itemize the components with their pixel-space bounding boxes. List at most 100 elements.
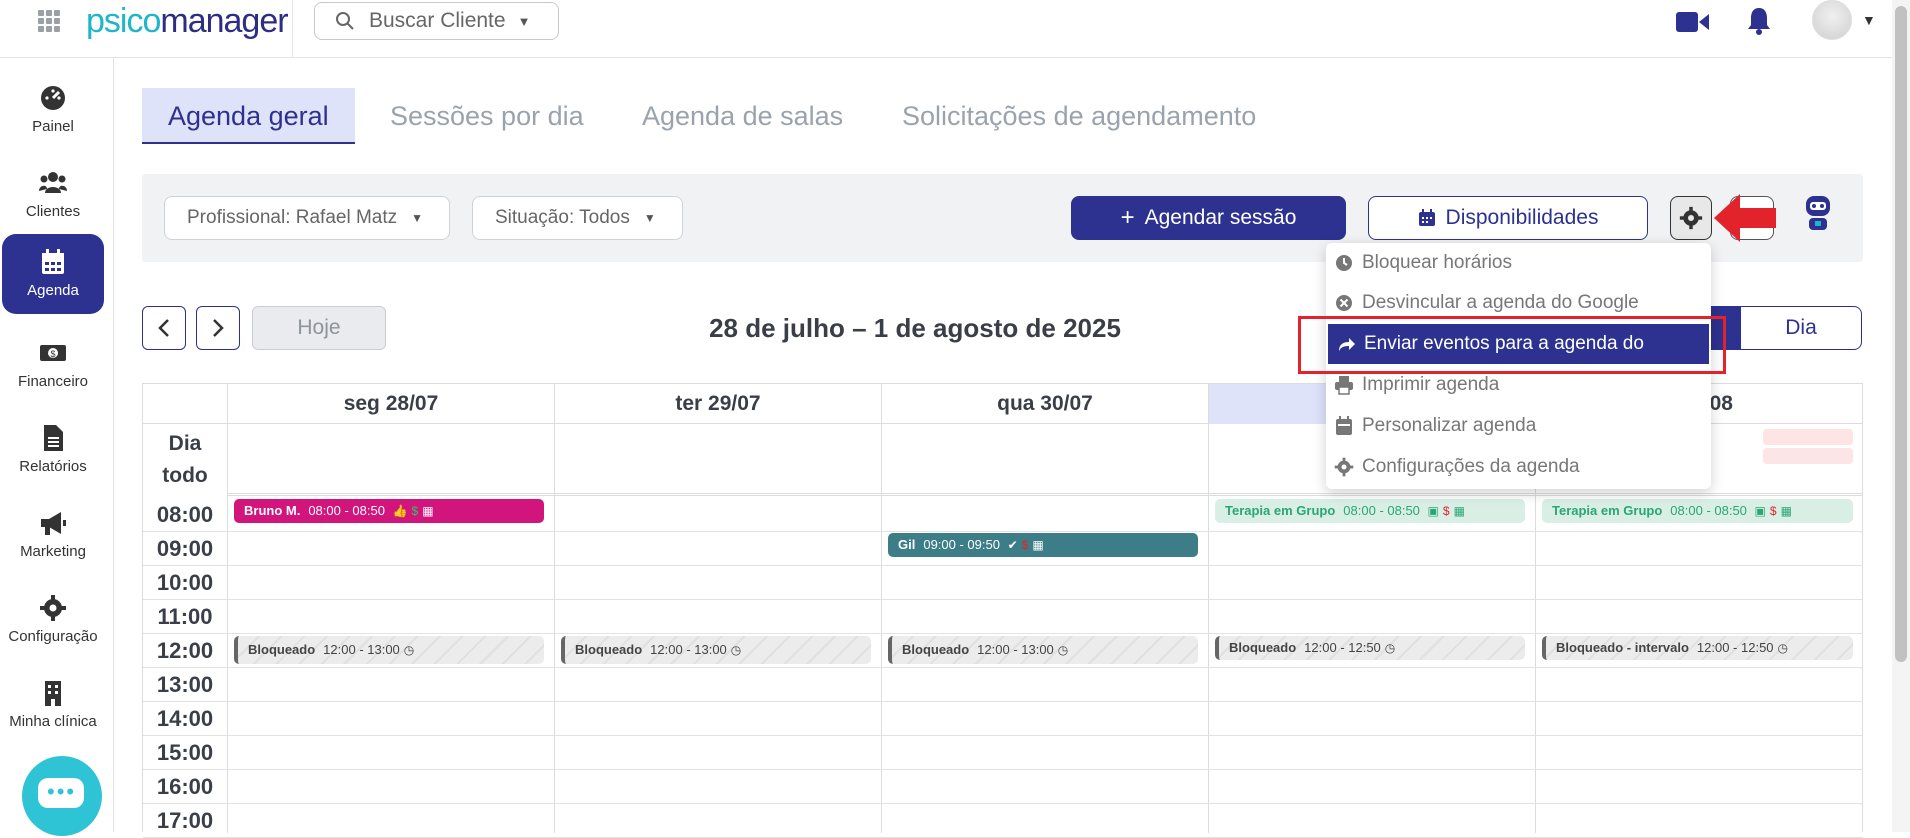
agenda-settings-button[interactable] [1670,196,1712,240]
status-select[interactable]: Situação: Todos ▼ [472,196,683,240]
day-header[interactable]: seg 28/07 [227,384,554,424]
event-time: 12:00 - 13:00 [650,642,727,657]
hour-label: 16:00 [156,774,214,799]
event-blocked[interactable]: Bloqueado 12:00 - 13:00 ◷ [561,636,871,664]
sidebar-item-financeiro[interactable]: $ Financeiro [2,325,104,405]
menu-item-label: Desvincular a agenda do Google [1362,292,1639,313]
dollar-icon: $ [1769,504,1777,518]
event-group-therapy[interactable]: Terapia em Grupo 08:00 - 08:50 ▣ $ ▦ [1215,499,1525,523]
svg-text:$: $ [50,349,55,359]
chevron-down-icon: ▼ [643,211,656,225]
menu-item-block-times[interactable]: Bloquear horários [1326,243,1711,283]
all-day-event[interactable] [1763,448,1853,464]
event-bruno[interactable]: Bruno M. 08:00 - 08:50 👍 $ ▦ [234,499,544,523]
gear-icon [1679,206,1703,230]
tab-sessoes-por-dia[interactable]: Sessões por dia [390,88,584,144]
menu-item-agenda-settings[interactable]: Configurações da agenda [1326,447,1711,487]
gear-icon [40,595,66,621]
menu-item-label: Imprimir agenda [1362,374,1500,395]
building-icon: ▦ [1780,504,1792,518]
date-range-title: 28 de julho – 1 de agosto de 2025 [709,313,1121,343]
event-title: Terapia em Grupo [1225,503,1336,518]
users-icon [39,172,67,193]
hour-row[interactable]: 13:00 [143,668,1863,702]
clock-icon: ◷ [403,643,415,657]
close-circle-icon [1336,295,1352,311]
event-blocked[interactable]: Bloqueado 12:00 - 13:00 ◷ [234,636,544,664]
hour-row[interactable]: 10:00 [143,566,1863,600]
hour-label: 08:00 [156,502,214,527]
hour-row[interactable]: 15:00 [143,736,1863,770]
chat-support-button[interactable]: ••• [22,756,102,836]
all-day-label-line2: todo [162,464,208,487]
sidebar-item-agenda[interactable]: Agenda [2,234,104,314]
professional-select-value: Profissional: Rafael Matz [187,207,398,228]
day-header[interactable]: ter 29/07 [554,384,881,424]
hour-row[interactable]: 16:00 [143,770,1863,804]
event-title: Bloqueado [575,642,643,657]
calendar-icon [42,249,64,274]
prev-week-button[interactable] [142,306,186,350]
professional-select[interactable]: Profissional: Rafael Matz ▼ [164,196,450,240]
clock-icon: ◷ [730,643,742,657]
tab-agenda-geral[interactable]: Agenda geral [142,88,355,144]
next-week-button[interactable] [196,306,240,350]
chevron-down-icon[interactable]: ▼ [1862,12,1876,28]
sidebar-item-clientes[interactable]: Clientes [2,155,104,235]
event-blocked-interval[interactable]: Bloqueado - intervalo 12:00 - 12:50 ◷ [1542,636,1853,660]
tab-agenda-de-salas[interactable]: Agenda de salas [642,88,843,144]
sidebar-item-label: Relatórios [19,458,87,475]
dollar-icon: $ [1021,538,1029,552]
event-gil[interactable]: Gil 09:00 - 09:50 ✔ $ ▦ [888,533,1198,557]
tab-solicitacoes[interactable]: Solicitações de agendamento [902,88,1256,144]
divider [292,0,293,58]
sidebar-item-label: Clientes [25,203,81,220]
chat-dots: ••• [47,779,77,804]
event-time: 12:00 - 13:00 [977,642,1054,657]
sidebar-item-label: Painel [32,118,74,135]
hour-label: 13:00 [156,672,214,697]
schedule-session-button[interactable]: + Agendar sessão [1071,196,1346,240]
building-icon [45,681,61,706]
event-time: 08:00 - 08:50 [1343,503,1420,518]
menu-item-label: Bloquear horários [1362,252,1512,273]
video-icon[interactable] [1676,10,1710,34]
all-day-label-line1: Dia [168,432,202,455]
schedule-session-label: Agendar sessão [1144,206,1297,229]
today-button[interactable]: Hoje [252,306,386,350]
event-blocked[interactable]: Bloqueado 12:00 - 12:50 ◷ [1215,636,1525,660]
avatar[interactable] [1812,0,1852,40]
menu-item-customize[interactable]: Personalizar agenda [1326,406,1711,446]
client-search-input[interactable]: Buscar Cliente ▼ [314,2,559,40]
sidebar-item-painel[interactable]: Painel [2,70,104,150]
document-icon [44,425,63,451]
hour-row[interactable]: 14:00 [143,702,1863,736]
scrollbar-thumb[interactable] [1895,6,1907,662]
sidebar-item-minha-clinica[interactable]: Minha clínica [2,665,104,745]
event-group-therapy[interactable]: Terapia em Grupo 08:00 - 08:50 ▣ $ ▦ [1542,499,1853,523]
event-blocked[interactable]: Bloqueado 12:00 - 13:00 ◷ [888,636,1198,664]
robot-assistant-icon[interactable] [1800,192,1836,232]
sidebar-item-configuracao[interactable]: Configuração [2,580,104,660]
menu-item-label: Configurações da agenda [1362,456,1580,477]
view-day-button[interactable]: Dia [1740,306,1862,350]
availability-label: Disponibilidades [1445,206,1599,229]
all-day-event[interactable] [1763,429,1853,445]
sidebar-item-marketing[interactable]: Marketing [2,495,104,575]
sidebar-item-relatorios[interactable]: Relatórios [2,410,104,490]
bell-icon[interactable] [1746,6,1772,36]
app-logo[interactable]: psicomanager [86,2,289,41]
gear-icon [1334,457,1354,477]
hour-row[interactable]: 17:00 [143,804,1863,838]
hour-label: 11:00 [157,604,213,629]
day-header[interactable]: qua 30/07 [881,384,1208,424]
hour-row[interactable]: 11:00 [143,600,1863,634]
calendar-icon [1418,209,1435,226]
sidebar-item-label: Financeiro [17,373,89,390]
apps-grid-icon[interactable] [38,10,60,32]
clock-icon: ◷ [1384,641,1396,655]
availability-button[interactable]: Disponibilidades [1368,196,1648,240]
menu-item-label: Personalizar agenda [1362,415,1537,436]
dollar-icon: $ [411,504,419,518]
clock-icon: ◷ [1057,643,1069,657]
